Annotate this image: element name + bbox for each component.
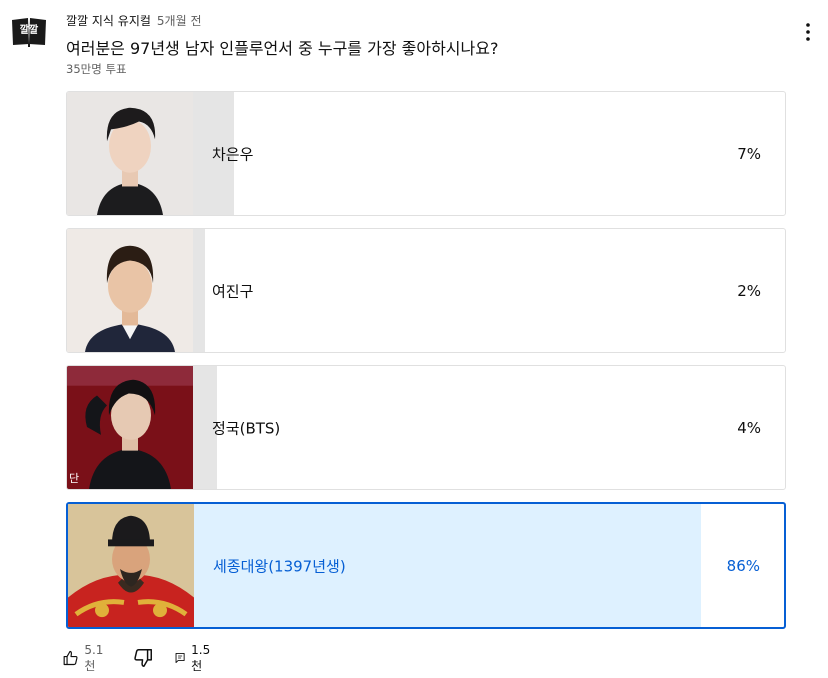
option-label: 여진구 — [212, 282, 254, 300]
photo-caption: 단 — [69, 472, 79, 485]
more-vert-icon — [806, 23, 810, 41]
option-percent: 2% — [737, 281, 761, 300]
post-time[interactable]: 5개월 전 — [157, 14, 202, 28]
option-label: 차은우 — [212, 145, 254, 163]
result-bar — [193, 229, 205, 352]
poll-option-2[interactable]: 여진구 2% — [66, 228, 786, 353]
more-actions-button[interactable] — [796, 20, 820, 44]
comment-count: 1.5천 — [191, 642, 211, 673]
option-photo — [67, 229, 193, 352]
book-avatar-icon: 깔깔 — [12, 18, 46, 47]
thumbs-up-icon — [63, 650, 78, 666]
option-percent: 86% — [726, 556, 760, 575]
poll-option-3[interactable]: 단 정국(BTS) 4% — [66, 365, 786, 490]
poll-option-1[interactable]: 차은우 7% — [66, 91, 786, 216]
vote-count: 35만명 투표 — [66, 62, 127, 76]
comments-button[interactable]: 1.5천 — [174, 643, 214, 673]
option-label: 정국(BTS) — [212, 419, 281, 437]
like-button[interactable]: 5.1천 — [62, 643, 108, 673]
channel-avatar[interactable]: 깔깔 — [10, 14, 48, 48]
comment-icon — [175, 652, 185, 664]
poll-option-4[interactable]: 세종대왕(1397년생) 86% — [66, 502, 786, 629]
option-label: 세종대왕(1397년생) — [213, 557, 346, 575]
dislike-button[interactable] — [132, 646, 154, 670]
option-percent: 4% — [737, 418, 761, 437]
thumbs-down-icon — [134, 649, 152, 667]
option-photo — [67, 92, 193, 215]
option-percent: 7% — [737, 144, 761, 163]
option-photo — [68, 504, 194, 627]
channel-line: 깔깔 지식 유지컬 5개월 전 — [66, 12, 202, 29]
like-count: 5.1천 — [84, 642, 104, 673]
avatar-text: 깔깔 — [20, 24, 39, 36]
poll-question: 여러분은 97년생 남자 인플루언서 중 누구를 가장 좋아하시나요? — [66, 39, 499, 58]
option-photo: 단 — [67, 366, 193, 489]
channel-name[interactable]: 깔깔 지식 유지컬 — [66, 14, 151, 28]
